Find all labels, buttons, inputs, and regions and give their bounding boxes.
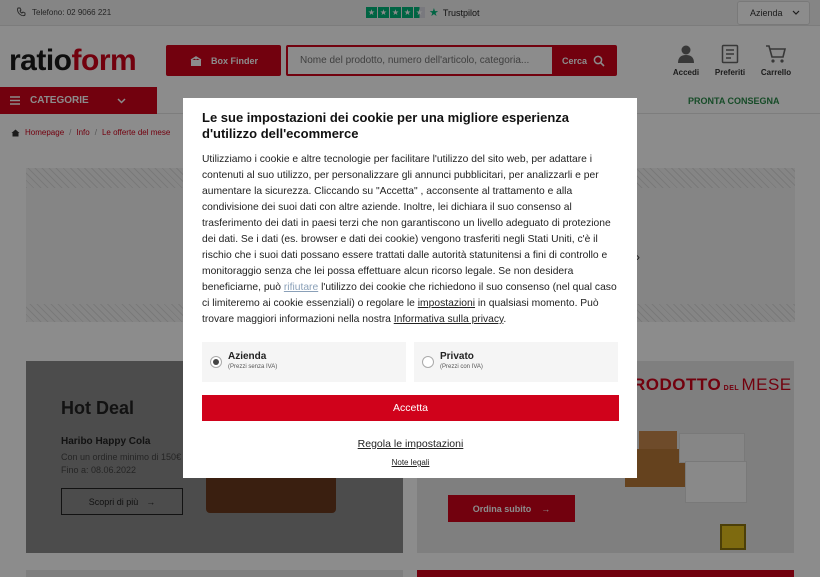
adjust-settings-link[interactable]: Regola le impostazioni [202,438,619,450]
customer-type-choices: Azienda (Prezzi senza IVA) Privato (Prezzi… [202,342,619,382]
option-business-sub: (Prezzi senza IVA) [228,364,278,370]
privacy-link[interactable]: Informativa sulla privacy [394,314,504,325]
reject-link[interactable]: rifiutare [284,282,318,293]
legal-notes-link[interactable]: Note legali [202,458,619,467]
cookie-text-part: . [503,314,507,325]
option-private-sub: (Prezzi con IVA) [440,364,483,370]
cookie-title: Le sue impostazioni dei cookie per una m… [202,110,569,141]
cookie-consent-dialog: Le sue impostazioni dei cookie per una m… [183,98,637,478]
choice-private[interactable]: Privato (Prezzi con IVA) [414,342,618,382]
choice-business-label: Azienda (Prezzi senza IVA) [228,351,277,373]
choice-private-label: Privato (Prezzi con IVA) [440,351,483,373]
radio-private[interactable] [422,356,434,368]
choice-business[interactable]: Azienda (Prezzi senza IVA) [202,342,406,382]
settings-link[interactable]: impostazioni [418,298,475,309]
cookie-text: Utilizziamo i cookie e altre tecnologie … [202,152,619,328]
option-business-text: Azienda [228,351,267,362]
option-private-text: Privato [440,351,474,362]
cookie-text-part: Utilizziamo i cookie e altre tecnologie … [202,154,611,293]
radio-business[interactable] [210,356,222,368]
accept-cookies-button[interactable]: Accetta [202,395,619,421]
